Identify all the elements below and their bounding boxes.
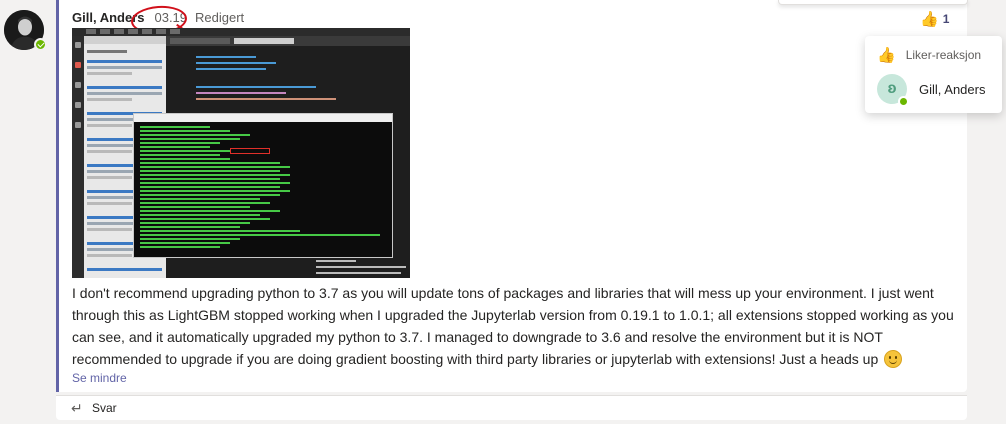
presence-available-icon	[898, 96, 909, 107]
thumbs-up-icon: 👍	[920, 11, 939, 28]
reaction-popup-title: 👍 Liker-reaksjon	[877, 46, 981, 64]
edited-label: Redigert	[195, 10, 245, 25]
screenshot-sidebar	[72, 36, 84, 278]
screenshot-menubar	[72, 28, 410, 36]
see-less-link[interactable]: Se mindre	[72, 371, 127, 385]
screenshot-terminal-window	[133, 113, 393, 258]
message-actions-strip	[778, 0, 968, 5]
reaction-popup: 👍 Liker-reaksjon ʚ Gill, Anders	[865, 36, 1002, 113]
presence-available-icon	[34, 38, 47, 51]
reaction-count: 1	[942, 12, 950, 26]
like-reaction-button[interactable]: 👍 1	[920, 10, 949, 28]
message-body: I don't recommend upgrading python to 3.…	[72, 282, 972, 370]
screenshot-python-version-highlight	[230, 148, 270, 154]
screenshot-tabbar	[166, 36, 410, 46]
message-text: I don't recommend upgrading python to 3.…	[72, 285, 954, 367]
smiley-emoji-icon	[884, 350, 903, 368]
avatar-placeholder-icon: ʚ	[887, 80, 897, 97]
reaction-popup-label: Liker-reaksjon	[905, 48, 982, 62]
reply-label: Svar	[92, 401, 117, 415]
reply-arrow-icon: ↵	[71, 400, 83, 416]
attached-screenshot[interactable]	[72, 28, 410, 278]
reply-bar[interactable]: ↵ Svar	[56, 395, 967, 420]
thumbs-up-icon: 👍	[877, 47, 896, 64]
reactor-name[interactable]: Gill, Anders	[919, 82, 985, 97]
